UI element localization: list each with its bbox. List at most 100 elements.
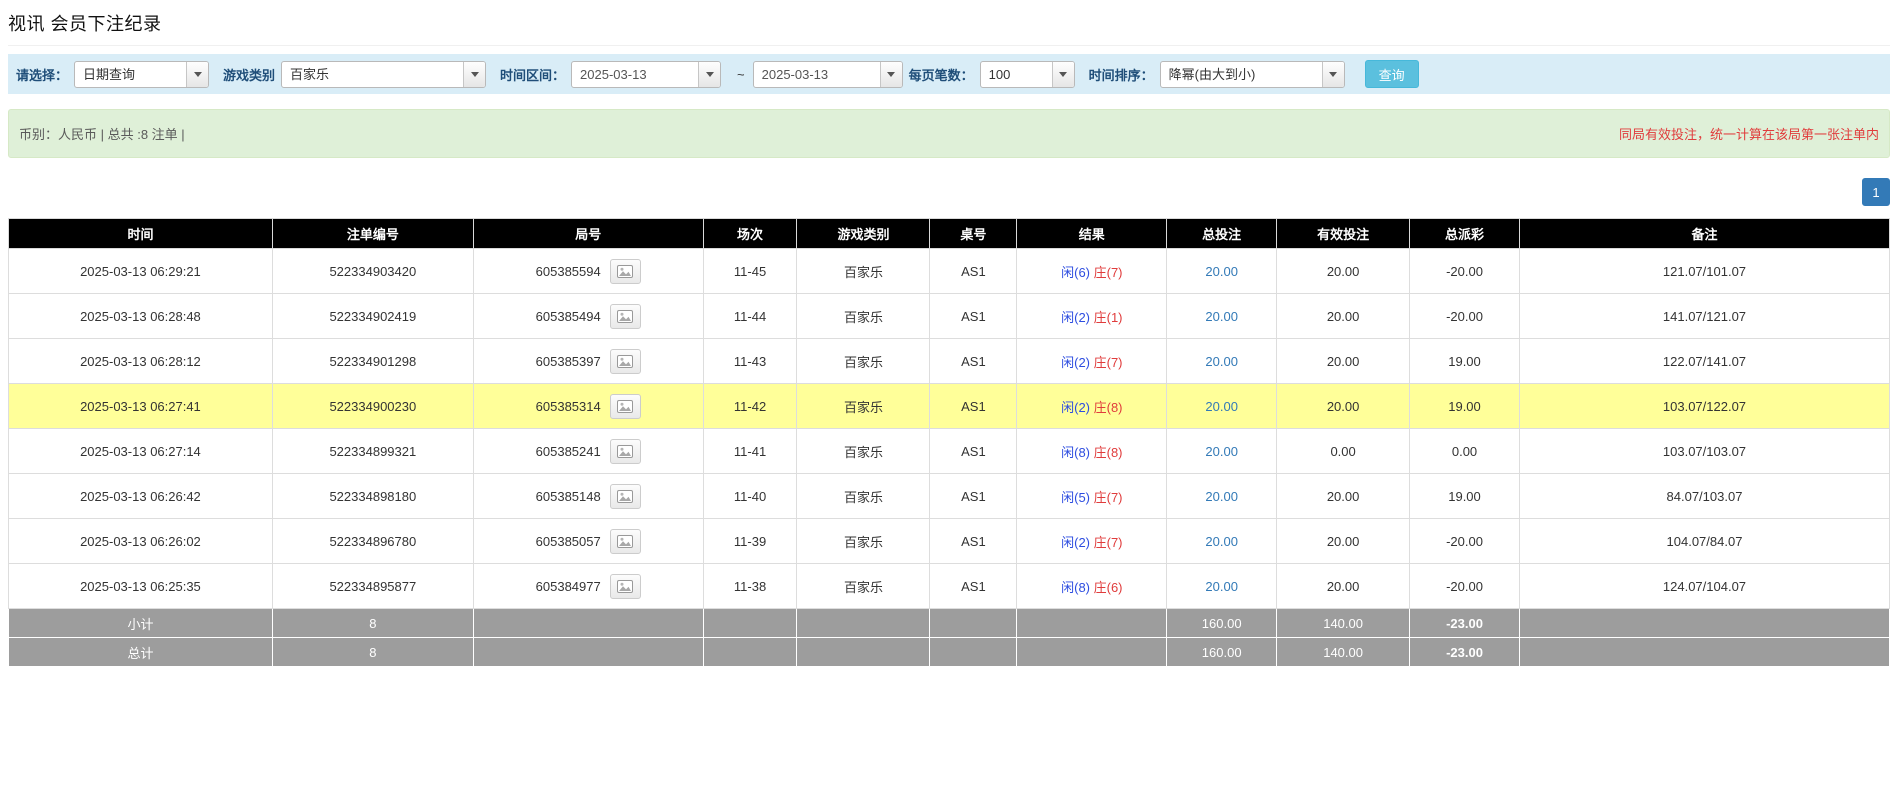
image-icon: [617, 310, 633, 323]
time-cell: 2025-03-13 06:29:21: [9, 249, 273, 294]
header-payout: 总派彩: [1410, 219, 1520, 249]
total-bet-link[interactable]: 20.00: [1205, 354, 1238, 369]
banker-result: 庄(8): [1094, 445, 1123, 460]
round-detail-button[interactable]: [610, 484, 641, 509]
session-cell: 11-42: [703, 384, 797, 429]
chevron-down-icon[interactable]: [698, 62, 720, 87]
header-note: 备注: [1519, 219, 1889, 249]
time-cell: 2025-03-13 06:27:14: [9, 429, 273, 474]
valid-bet-cell: 0.00: [1277, 429, 1410, 474]
date-to-input[interactable]: 2025-03-13: [753, 61, 903, 88]
chevron-down-icon[interactable]: [1052, 62, 1074, 87]
total-bet-link[interactable]: 20.00: [1205, 264, 1238, 279]
total-bet-link[interactable]: 20.00: [1205, 534, 1238, 549]
header-game-type: 游戏类别: [797, 219, 930, 249]
chevron-down-icon[interactable]: [186, 62, 208, 87]
total-bet-link[interactable]: 20.00: [1205, 399, 1238, 414]
image-icon: [617, 265, 633, 278]
total-bet-cell: 20.00: [1167, 294, 1277, 339]
bet-id-cell: 522334902419: [272, 294, 473, 339]
page-header: 视讯 会员下注纪录: [8, 0, 1890, 46]
round-detail-button[interactable]: [610, 304, 641, 329]
valid-bet-cell: 20.00: [1277, 564, 1410, 609]
round-id-cell: 605385057: [473, 519, 703, 564]
table-row: 2025-03-13 06:27:41 522334900230 6053853…: [9, 384, 1890, 429]
time-cell: 2025-03-13 06:26:02: [9, 519, 273, 564]
page-size-select[interactable]: 100: [980, 61, 1075, 88]
session-cell: 11-38: [703, 564, 797, 609]
session-cell: 11-41: [703, 429, 797, 474]
bet-id-cell: 522334898180: [272, 474, 473, 519]
date-separator: ~: [735, 67, 747, 82]
bet-id-cell: 522334895877: [272, 564, 473, 609]
player-result: 闲(2): [1061, 355, 1090, 370]
table-no-cell: AS1: [930, 249, 1017, 294]
image-icon: [617, 535, 633, 548]
banker-result: 庄(6): [1094, 580, 1123, 595]
time-cell: 2025-03-13 06:25:35: [9, 564, 273, 609]
total-bet-link[interactable]: 20.00: [1205, 579, 1238, 594]
query-type-value: 日期查询: [75, 62, 186, 87]
subtotal-label: 小计: [9, 609, 273, 638]
round-detail-button[interactable]: [610, 574, 641, 599]
round-detail-button[interactable]: [610, 439, 641, 464]
filter-bar: 请选择： 日期查询 游戏类别 百家乐 时间区间： 2025-03-13 ~ 20…: [8, 54, 1890, 94]
chevron-down-icon[interactable]: [1322, 62, 1344, 87]
select-label: 请选择：: [16, 65, 68, 84]
player-result: 闲(2): [1061, 400, 1090, 415]
round-id-text: 605385148: [536, 489, 601, 504]
table-row: 2025-03-13 06:26:02 522334896780 6053850…: [9, 519, 1890, 564]
payout-cell: 19.00: [1410, 384, 1520, 429]
subtotal-valid-bet: 140.00: [1277, 609, 1410, 638]
session-cell: 11-39: [703, 519, 797, 564]
pagination: 1: [8, 178, 1890, 206]
total-bet-cell: 20.00: [1167, 429, 1277, 474]
payout-cell: 19.00: [1410, 474, 1520, 519]
banker-result: 庄(7): [1094, 490, 1123, 505]
table-footer: 小计 8 160.00 140.00 -23.00 总计 8 160.00 14…: [9, 609, 1890, 667]
chevron-down-icon[interactable]: [463, 62, 485, 87]
player-result: 闲(2): [1061, 310, 1090, 325]
total-bet-link[interactable]: 20.00: [1205, 489, 1238, 504]
total-payout: -23.00: [1410, 638, 1520, 667]
round-detail-button[interactable]: [610, 529, 641, 554]
sort-select[interactable]: 降幂(由大到小): [1160, 61, 1345, 88]
game-type-select[interactable]: 百家乐: [281, 61, 486, 88]
subtotal-total-bet: 160.00: [1167, 609, 1277, 638]
search-button[interactable]: 查询: [1365, 60, 1419, 88]
valid-bet-cell: 20.00: [1277, 249, 1410, 294]
round-id-cell: 605384977: [473, 564, 703, 609]
round-detail-button[interactable]: [610, 394, 641, 419]
note-cell: 103.07/122.07: [1519, 384, 1889, 429]
table-no-cell: AS1: [930, 384, 1017, 429]
game-type-label: 游戏类别: [223, 65, 275, 84]
payout-cell: -20.00: [1410, 564, 1520, 609]
round-id-text: 605385057: [536, 534, 601, 549]
chevron-down-icon[interactable]: [880, 62, 902, 87]
game-type-cell: 百家乐: [797, 384, 930, 429]
summary-bar: 币别：人民币 | 总共 :8 注单 | 同局有效投注，统一计算在该局第一张注单内: [8, 109, 1890, 158]
round-id-text: 605385241: [536, 444, 601, 459]
table-row: 2025-03-13 06:28:12 522334901298 6053853…: [9, 339, 1890, 384]
session-cell: 11-43: [703, 339, 797, 384]
page-size-label: 每页笔数：: [909, 65, 974, 84]
valid-bet-notice-text: 同局有效投注，统一计算在该局第一张注单内: [1619, 124, 1879, 143]
session-cell: 11-45: [703, 249, 797, 294]
banker-result: 庄(8): [1094, 400, 1123, 415]
bet-id-cell: 522334896780: [272, 519, 473, 564]
date-from-value: 2025-03-13: [572, 62, 698, 87]
date-from-input[interactable]: 2025-03-13: [571, 61, 721, 88]
total-bet-link[interactable]: 20.00: [1205, 444, 1238, 459]
round-detail-button[interactable]: [610, 259, 641, 284]
round-detail-button[interactable]: [610, 349, 641, 374]
page-number-button[interactable]: 1: [1862, 178, 1890, 206]
note-cell: 124.07/104.07: [1519, 564, 1889, 609]
bet-id-cell: 522334900230: [272, 384, 473, 429]
game-type-value: 百家乐: [282, 62, 463, 87]
total-bet-link[interactable]: 20.00: [1205, 309, 1238, 324]
table-row: 2025-03-13 06:27:14 522334899321 6053852…: [9, 429, 1890, 474]
round-id-text: 605385397: [536, 354, 601, 369]
total-bet-cell: 20.00: [1167, 339, 1277, 384]
query-type-select[interactable]: 日期查询: [74, 61, 209, 88]
note-cell: 104.07/84.07: [1519, 519, 1889, 564]
